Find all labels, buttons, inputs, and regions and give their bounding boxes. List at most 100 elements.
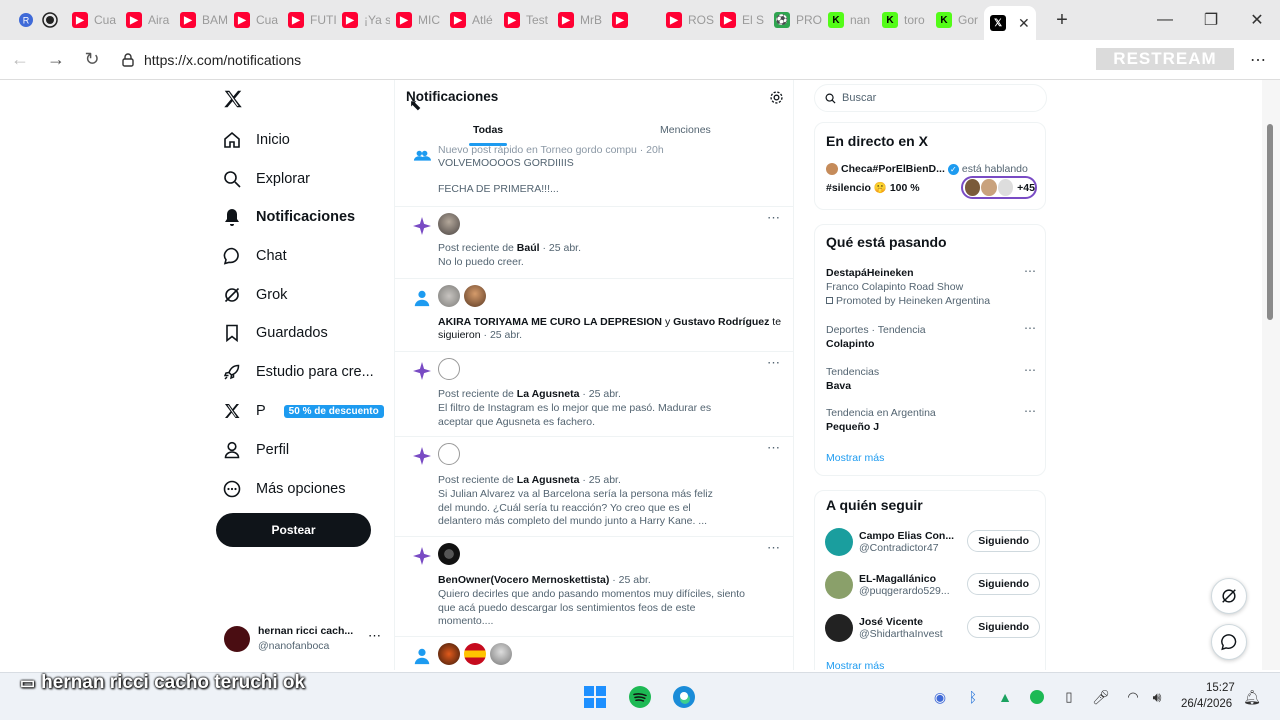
notification-author[interactable]: La Agusneta — [517, 474, 580, 486]
avatar[interactable] — [438, 213, 460, 235]
list-item[interactable]: Nuevo post rápido en Torneo gordo compu … — [395, 144, 793, 206]
tab-x-notifications[interactable]: 𝕏 ✕ — [984, 6, 1036, 40]
more-icon[interactable]: ⋯ — [1024, 363, 1037, 377]
avatar[interactable] — [438, 358, 460, 380]
browser-tab[interactable]: ⚽ PRO — [768, 5, 822, 35]
list-item[interactable]: AKIRA TORIYAMA ME CURO LA DEPRESION y Gu… — [395, 278, 793, 351]
show-more-link[interactable]: Mostrar más — [826, 452, 884, 464]
browser-tab[interactable]: ▶ ¡Ya s — [336, 5, 390, 35]
sidebar-item-home[interactable]: Inicio — [222, 128, 290, 152]
back-icon[interactable]: ← — [2, 42, 38, 78]
sidebar-item-bookmark[interactable]: Guardados — [222, 321, 328, 345]
tab-menciones[interactable]: Menciones — [660, 124, 711, 136]
browser-tab[interactable]: ▶ MrB — [552, 5, 606, 35]
trend-item[interactable]: DestapáHeineken Franco Colapinto Road Sh… — [826, 264, 1041, 308]
bluetooth-icon[interactable]: ᛒ — [961, 685, 985, 709]
new-tab-icon[interactable]: + — [1050, 8, 1074, 32]
grok-fab[interactable] — [1211, 578, 1247, 614]
browser-tab[interactable]: Ktoro — [876, 5, 930, 35]
avatar[interactable] — [438, 643, 460, 665]
follow-suggestion[interactable]: EL-Magallánico @puqgerardo529... Siguiendo — [825, 570, 1040, 600]
more-icon[interactable]: ⋯ — [1024, 264, 1037, 278]
follow-suggestion[interactable]: José Vicente @ShidarthaInvest Siguiendo — [825, 613, 1040, 643]
following-button[interactable]: Siguiendo — [967, 573, 1040, 595]
notification-bell-icon[interactable]: 🔔︎ — [1240, 685, 1264, 709]
chat-fab[interactable] — [1211, 624, 1247, 660]
browser-tab[interactable]: ▶ FUTI — [282, 5, 336, 35]
browser-tab[interactable]: ▶ El S — [714, 5, 768, 35]
avatar[interactable] — [490, 643, 512, 665]
browser-tab[interactable]: Knan — [822, 5, 876, 35]
post-button[interactable]: Postear — [216, 513, 371, 547]
sidebar-item-x-logo[interactable]: P 50 % de descuento — [222, 399, 384, 423]
edge-icon[interactable] — [672, 685, 696, 709]
drive-icon[interactable]: ▲ — [993, 685, 1017, 709]
x-logo-icon[interactable] — [222, 88, 244, 115]
notification-author[interactable]: Baúl — [517, 242, 540, 254]
list-item[interactable]: Post reciente de La Agusneta · 25 abr. S… — [395, 436, 793, 536]
tab-close-icon[interactable]: ✕ — [1018, 15, 1030, 32]
browser-tab[interactable]: ▶ Cua — [66, 5, 120, 35]
browser-tab[interactable]: ▶ Atlé — [444, 5, 498, 35]
more-icon[interactable]: ⋯ — [368, 628, 381, 644]
tab-todas[interactable]: Todas — [473, 124, 503, 136]
browser-menu-icon[interactable]: ⋯ — [1250, 50, 1266, 70]
avatar[interactable] — [438, 443, 460, 465]
list-item[interactable]: Post reciente de Baúl · 25 abr. No lo pu… — [395, 206, 793, 278]
search-input[interactable]: Buscar — [814, 84, 1047, 112]
notification-author[interactable]: BenOwner(Vocero Mernoskettista) — [438, 574, 609, 586]
sidebar-item-rocket[interactable]: Estudio para cre... — [222, 360, 374, 384]
wifi-icon[interactable]: ◠ — [1121, 685, 1145, 709]
close-window-icon[interactable]: ✕ — [1234, 0, 1280, 40]
sidebar-item-search[interactable]: Explorar — [222, 167, 310, 191]
microphone-icon[interactable]: 🎤︎ — [1089, 685, 1113, 709]
browser-tab[interactable]: ▶ — [606, 5, 660, 35]
avatar[interactable] — [464, 285, 486, 307]
browser-tab[interactable]: K Gor — [930, 5, 984, 35]
following-button[interactable]: Siguiendo — [967, 530, 1040, 552]
url-field[interactable]: https://x.com/notifications — [114, 46, 1090, 74]
browser-tab[interactable]: ▶ MIC — [390, 5, 444, 35]
browser-tab[interactable]: ▶ BAM — [174, 5, 228, 35]
usb-icon[interactable]: ▯ — [1057, 685, 1081, 709]
live-listeners[interactable]: +45 — [961, 176, 1037, 199]
more-icon[interactable]: ⋯ — [767, 356, 781, 370]
list-item[interactable]: Post reciente de La Agusneta · 25 abr. E… — [395, 351, 793, 436]
sidebar-item-more-circle[interactable]: Más opciones — [222, 477, 345, 501]
trend-item[interactable]: Tendencias Bava ⋯ — [826, 363, 1041, 393]
trend-item[interactable]: Tendencia en Argentina Pequeño J ⋯ — [826, 404, 1041, 434]
spotify-icon[interactable] — [628, 685, 652, 709]
browser-tab[interactable]: ▶ ROS — [660, 5, 714, 35]
forward-icon[interactable]: → — [38, 42, 74, 78]
avatar[interactable] — [464, 643, 486, 665]
spotify-tray-icon[interactable] — [1025, 685, 1049, 709]
scrollbar[interactable] — [1262, 80, 1280, 670]
more-icon[interactable]: ⋯ — [767, 441, 781, 455]
following-button[interactable]: Siguiendo — [967, 616, 1040, 638]
gear-icon[interactable] — [769, 90, 784, 110]
list-item[interactable] — [395, 636, 793, 670]
browser-tab[interactable]: ▶ Aira — [120, 5, 174, 35]
more-icon[interactable]: ⋯ — [1024, 321, 1037, 335]
sidebar-item-bell[interactable]: Notificaciones — [222, 205, 355, 229]
avatar[interactable] — [438, 285, 460, 307]
profile-icon[interactable]: R — [14, 8, 38, 32]
record-icon[interactable] — [38, 8, 62, 32]
more-icon[interactable]: ⋯ — [767, 541, 781, 555]
app-icon[interactable]: ◉ — [928, 685, 952, 709]
sidebar-item-grok[interactable]: Grok — [222, 283, 287, 307]
follow-suggestion[interactable]: Campo Elias Con... @Contradictor47 Siguien… — [825, 527, 1040, 557]
clock-time[interactable]: 15:27 — [1206, 682, 1235, 694]
notification-author[interactable]: La Agusneta — [517, 388, 580, 400]
restore-icon[interactable]: ❐ — [1188, 0, 1234, 40]
more-icon[interactable]: ⋯ — [1024, 404, 1037, 418]
account-switcher[interactable]: hernan ricci cach... @nanofanboca ⋯ — [224, 624, 384, 654]
minimize-icon[interactable]: — — [1142, 0, 1188, 40]
notification-author[interactable]: AKIRA TORIYAMA ME CURO LA DEPRESION — [438, 316, 662, 328]
notification-author[interactable]: Gustavo Rodríguez — [673, 316, 769, 328]
live-host-row[interactable]: Checa#PorElBienD... ✓ está hablando — [826, 163, 1028, 175]
more-icon[interactable]: ⋯ — [767, 211, 781, 225]
scrollbar-thumb[interactable] — [1267, 124, 1273, 320]
trend-item[interactable]: Deportes · Tendencia Colapinto ⋯ — [826, 321, 1041, 351]
show-more-link[interactable]: Mostrar más — [826, 660, 884, 670]
